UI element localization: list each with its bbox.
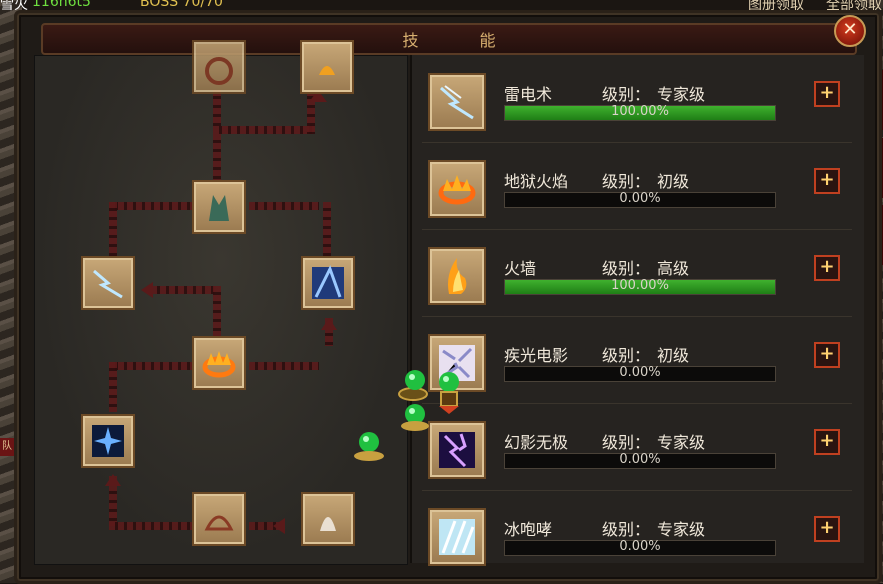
- skill-progress-text: 0.00%: [619, 539, 661, 554]
- fire-wall-icon[interactable]: [428, 247, 486, 305]
- skill-list-panel: 雷电术 级别： 专家级 100.00% + 地狱火焰 级别： 初级 0.00% …: [410, 55, 864, 566]
- close-button[interactable]: ✕: [834, 15, 866, 47]
- skill-row: 火墙 级别： 高级 100.00% +: [412, 233, 862, 317]
- swirl-icon: [205, 57, 233, 85]
- skill-node-roar[interactable]: [192, 40, 246, 94]
- skill-row: 雷电术 级别： 专家级 100.00% +: [412, 59, 862, 143]
- tree-path: [249, 362, 319, 370]
- upgrade-skill-button[interactable]: +: [814, 255, 840, 281]
- star-burst-icon: [92, 425, 124, 457]
- skill-node-star[interactable]: [81, 414, 135, 468]
- skill-row: 幻影无极 级别： 专家级 0.00% +: [412, 407, 862, 491]
- upgrade-skill-button[interactable]: +: [814, 429, 840, 455]
- tree-path: [213, 90, 221, 126]
- title-bar[interactable]: 技 能: [41, 23, 857, 55]
- window-title: 技 能: [402, 31, 524, 50]
- fire-ring-icon[interactable]: [428, 160, 486, 218]
- lightning-icon: [93, 269, 123, 299]
- tree-path: [323, 202, 331, 256]
- skill-progress-bar: 0.00%: [504, 452, 776, 469]
- skill-name: 地狱火焰: [504, 172, 569, 191]
- frost-icon: [312, 265, 344, 299]
- upgrade-skill-button[interactable]: +: [814, 516, 840, 542]
- skill-node-fire-ring[interactable]: [192, 336, 246, 390]
- upgrade-skill-button[interactable]: +: [814, 168, 840, 194]
- skill-progress-bar: 100.00%: [504, 278, 776, 295]
- skill-progress-bar: 0.00%: [504, 365, 776, 382]
- team-tab[interactable]: 队: [0, 438, 14, 456]
- skill-name: 疾光电影: [504, 346, 569, 365]
- row-divider: [422, 229, 852, 230]
- lightning-icon[interactable]: [428, 73, 486, 131]
- skill-progress-text: 0.00%: [619, 191, 661, 206]
- skill-progress-text: 0.00%: [619, 365, 661, 380]
- skill-name: 火墙: [504, 259, 537, 278]
- skill-name: 雷电术: [504, 85, 553, 104]
- skill-progress-text: 100.00%: [611, 278, 669, 293]
- skill-level-label: 级别：: [602, 520, 651, 539]
- tree-path: [109, 362, 197, 370]
- skill-level-label: 级别：: [602, 346, 651, 365]
- arrow-left-icon: [141, 282, 153, 298]
- ice-roar-icon[interactable]: [428, 508, 486, 566]
- skill-level-value: 高级: [657, 259, 690, 278]
- skill-level-value: 初级: [657, 346, 690, 365]
- skill-level-value: 专家级: [657, 433, 706, 452]
- fire-ring-icon: [202, 351, 236, 378]
- tree-path: [213, 126, 313, 134]
- skill-name: 幻影无极: [504, 433, 569, 452]
- skill-row: 疾光电影 级别： 初级 0.00% +: [412, 320, 862, 404]
- hud-boss-text: BOSS 70/70: [140, 0, 223, 10]
- skill-progress-text: 0.00%: [619, 452, 661, 467]
- green-orb-icon[interactable]: [352, 430, 386, 464]
- skill-node-ghost[interactable]: [192, 180, 246, 234]
- tree-path: [109, 362, 117, 412]
- arrow-left-icon: [273, 518, 285, 534]
- skill-node-lightning[interactable]: [81, 256, 135, 310]
- row-divider: [422, 403, 852, 404]
- skill-tree-panel: [34, 40, 408, 565]
- skill-node-frost[interactable]: [301, 256, 355, 310]
- upgrade-skill-button[interactable]: +: [814, 342, 840, 368]
- skill-progress-text: 100.00%: [611, 104, 669, 119]
- row-divider: [422, 142, 852, 143]
- ghost-icon: [209, 195, 229, 221]
- row-divider: [422, 316, 852, 317]
- tree-path: [151, 286, 215, 294]
- skill-level-label: 级别：: [602, 172, 651, 191]
- tree-path: [249, 202, 319, 210]
- skill-level-label: 级别：: [602, 433, 651, 452]
- skill-level-label: 级别：: [602, 259, 651, 278]
- skill-progress-bar: 0.00%: [504, 539, 776, 556]
- skill-node-white-flame[interactable]: [301, 492, 355, 546]
- skill-row: 冰咆哮 级别： 专家级 0.00% +: [412, 494, 862, 578]
- skill-row: 地狱火焰 级别： 初级 0.00% +: [412, 146, 862, 230]
- white-flame-icon: [320, 517, 336, 531]
- skill-progress-bar: 0.00%: [504, 191, 776, 208]
- skill-progress-bar: 100.00%: [504, 104, 776, 121]
- skill-level-value: 专家级: [657, 520, 706, 539]
- hedgehog-icon: [204, 515, 234, 531]
- arrow-up-icon: [321, 318, 337, 330]
- tree-path: [109, 522, 199, 530]
- upgrade-skill-button[interactable]: +: [814, 81, 840, 107]
- hud-green-text: 116h6t5: [32, 0, 91, 10]
- skill-node-fire-top[interactable]: [300, 40, 354, 94]
- row-divider: [422, 490, 852, 491]
- fire-icon: [319, 66, 335, 75]
- skill-node-hedgehog[interactable]: [192, 492, 246, 546]
- skill-level-value: 初级: [657, 172, 690, 191]
- green-orb-cluster-icon[interactable]: [395, 368, 465, 438]
- skill-level-label: 级别：: [602, 85, 651, 104]
- skill-name: 冰咆哮: [504, 520, 553, 539]
- arrow-up-icon: [105, 474, 121, 486]
- skills-window: 技 能 ✕ 雷电术 级别： 专家级 100.00% + 地狱火焰 级别： 初级 …: [14, 10, 882, 584]
- skill-level-value: 专家级: [657, 85, 706, 104]
- tree-path: [109, 202, 117, 256]
